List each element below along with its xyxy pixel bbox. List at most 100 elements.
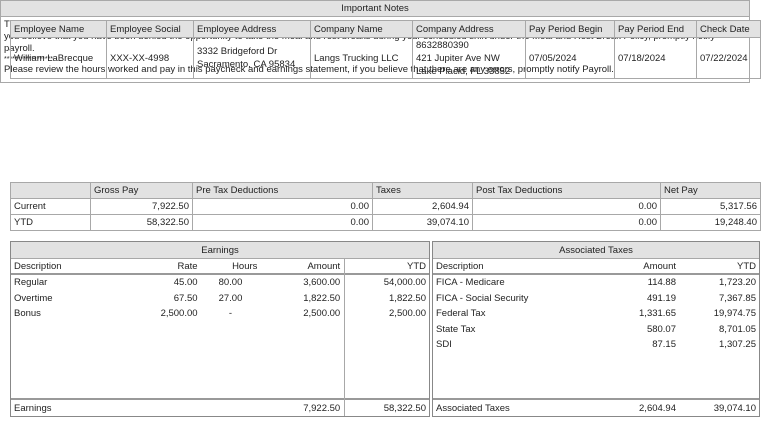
taxes-row: FICA - Social Security 491.19 7,367.85	[433, 291, 759, 307]
header-pay-period-end: Pay Period End	[614, 20, 697, 38]
summary-net-pay: 5,317.56	[660, 198, 761, 215]
earnings-row: Overtime 67.50 27.00 1,822.50 1,822.50	[11, 291, 429, 307]
summary-header-post-tax: Post Tax Deductions	[472, 182, 661, 199]
summary-row-ytd: YTD 58,322.50 0.00 39,074.10 0.00 19,248…	[10, 214, 761, 231]
pay-period-end: 07/18/2024	[614, 37, 697, 79]
header-employee-social: Employee Social	[106, 20, 194, 38]
header-pay-period-begin: Pay Period Begin	[525, 20, 615, 38]
taxes-ytd: 19,974.75	[713, 308, 756, 319]
summary-header-row: Gross Pay Pre Tax Deductions Taxes Post …	[10, 182, 761, 199]
taxes-description: FICA - Social Security	[436, 292, 529, 304]
earnings-total-amount: 7,922.50	[303, 403, 341, 414]
pay-summary-table: Gross Pay Pre Tax Deductions Taxes Post …	[10, 182, 761, 231]
summary-gross-pay: 58,322.50	[90, 214, 193, 231]
taxes-description: State Tax	[436, 323, 476, 335]
taxes-total-label: Associated Taxes	[436, 403, 510, 414]
summary-header-net-pay: Net Pay	[660, 182, 761, 199]
company-address: 8632880390 421 Jupiter Ave NW Lake Placid,…	[412, 37, 526, 79]
header-employee-name: Employee Name	[10, 20, 107, 38]
earnings-description: Bonus	[14, 308, 41, 319]
summary-taxes: 39,074.10	[372, 214, 473, 231]
associated-taxes-panel: Associated Taxes Description Amount YTD …	[432, 241, 760, 417]
taxes-ytd: 1,307.25	[719, 339, 756, 350]
summary-post-tax: 0.00	[472, 198, 661, 215]
employee-address-line2: Sacramento, CA 95834	[197, 59, 296, 70]
earnings-hours: -	[228, 308, 233, 319]
earnings-rate: 67.50	[173, 292, 198, 304]
summary-row-current: Current 7,922.50 0.00 2,604.94 0.00 5,31…	[10, 198, 761, 215]
earnings-header-ytd: YTD	[407, 261, 426, 272]
earnings-header-hours: Hours	[232, 261, 258, 272]
summary-post-tax: 0.00	[472, 214, 661, 231]
earnings-ytd: 1,822.50	[389, 292, 426, 304]
summary-pre-tax: 0.00	[192, 214, 373, 231]
header-company-name: Company Name	[310, 20, 413, 38]
employee-address: 3332 Bridgeford Dr Sacramento, CA 95834	[193, 37, 311, 79]
info-header-row: Employee Name Employee Social Employee A…	[10, 20, 761, 38]
summary-header-blank	[10, 182, 91, 199]
taxes-header-ytd: YTD	[737, 261, 756, 272]
taxes-row: State Tax 580.07 8,701.05	[433, 322, 759, 338]
info-data-row: William LaBrecque XXX-XX-4998 3332 Bridg…	[10, 37, 761, 79]
taxes-ytd: 1,723.20	[719, 277, 756, 288]
taxes-amount: 491.19	[646, 292, 676, 304]
summary-header-taxes: Taxes	[372, 182, 473, 199]
earnings-divider	[344, 259, 345, 416]
taxes-description: Federal Tax	[436, 308, 486, 319]
taxes-ytd: 8,701.05	[719, 323, 756, 335]
earnings-amount: 1,822.50	[303, 292, 341, 304]
earnings-ytd: 2,500.00	[389, 308, 426, 319]
company-address-line1: 421 Jupiter Ave NW	[416, 52, 500, 64]
taxes-row: SDI 87.15 1,307.25	[433, 337, 759, 353]
earnings-header-amount: Amount	[307, 261, 341, 272]
taxes-header-description: Description	[436, 261, 484, 272]
employee-name: William LaBrecque	[10, 37, 107, 79]
summary-gross-pay: 7,922.50	[90, 198, 193, 215]
earnings-amount: 2,500.00	[303, 308, 341, 319]
company-address-line2: Lake Placid, FL 33852	[416, 65, 511, 77]
pay-period-begin: 07/05/2024	[525, 37, 615, 79]
earnings-row: Regular 45.00 80.00 3,600.00 54,000.00	[11, 275, 429, 291]
taxes-title: Associated Taxes	[433, 242, 759, 259]
header-check-date: Check Date	[696, 20, 761, 38]
earnings-header-rate: Rate	[177, 261, 198, 272]
company-phone: 8632880390	[416, 39, 469, 51]
employee-info-table: Employee Name Employee Social Employee A…	[10, 20, 761, 79]
earnings-panel: Earnings Description Rate Hours Amount Y…	[10, 241, 430, 417]
earnings-hours: 80.00	[218, 277, 243, 288]
taxes-amount: 87.15	[652, 339, 676, 350]
earnings-description: Regular	[14, 277, 48, 288]
summary-label: YTD	[10, 214, 91, 231]
earnings-ytd: 54,000.00	[383, 277, 426, 288]
taxes-ytd: 7,367.85	[719, 292, 756, 304]
taxes-footer: Associated Taxes 2,604.94 39,074.10	[433, 398, 759, 416]
taxes-row: Federal Tax 1,331.65 19,974.75	[433, 306, 759, 322]
header-company-address: Company Address	[412, 20, 526, 38]
earnings-footer: Earnings 7,922.50 58,322.50	[11, 398, 429, 416]
taxes-column-headers: Description Amount YTD	[433, 259, 759, 275]
earnings-amount: 3,600.00	[303, 277, 341, 288]
taxes-amount: 114.88	[647, 277, 676, 288]
taxes-header-amount: Amount	[643, 261, 676, 272]
taxes-amount: 580.07	[646, 323, 676, 335]
company-name: Langs Trucking LLC	[310, 37, 413, 79]
taxes-total-ytd: 39,074.10	[713, 403, 756, 414]
earnings-rate: 2,500.00	[160, 308, 198, 319]
summary-header-gross-pay: Gross Pay	[90, 182, 193, 199]
earnings-hours: 27.00	[218, 292, 243, 304]
notes-title: Important Notes	[1, 1, 749, 17]
earnings-column-headers: Description Rate Hours Amount YTD	[11, 259, 429, 275]
check-date: 07/22/2024	[696, 37, 761, 79]
employee-social: XXX-XX-4998	[106, 37, 194, 79]
header-employee-address: Employee Address	[193, 20, 311, 38]
summary-taxes: 2,604.94	[372, 198, 473, 215]
earnings-header-description: Description	[14, 261, 62, 272]
taxes-total-amount: 2,604.94	[639, 403, 676, 414]
earnings-total-ytd: 58,322.50	[383, 403, 426, 414]
summary-label: Current	[10, 198, 91, 215]
summary-pre-tax: 0.00	[192, 198, 373, 215]
earnings-row: Bonus 2,500.00 - 2,500.00 2,500.00	[11, 306, 429, 322]
taxes-description: FICA - Medicare	[436, 277, 505, 288]
earnings-description: Overtime	[14, 292, 53, 304]
summary-net-pay: 19,248.40	[660, 214, 761, 231]
